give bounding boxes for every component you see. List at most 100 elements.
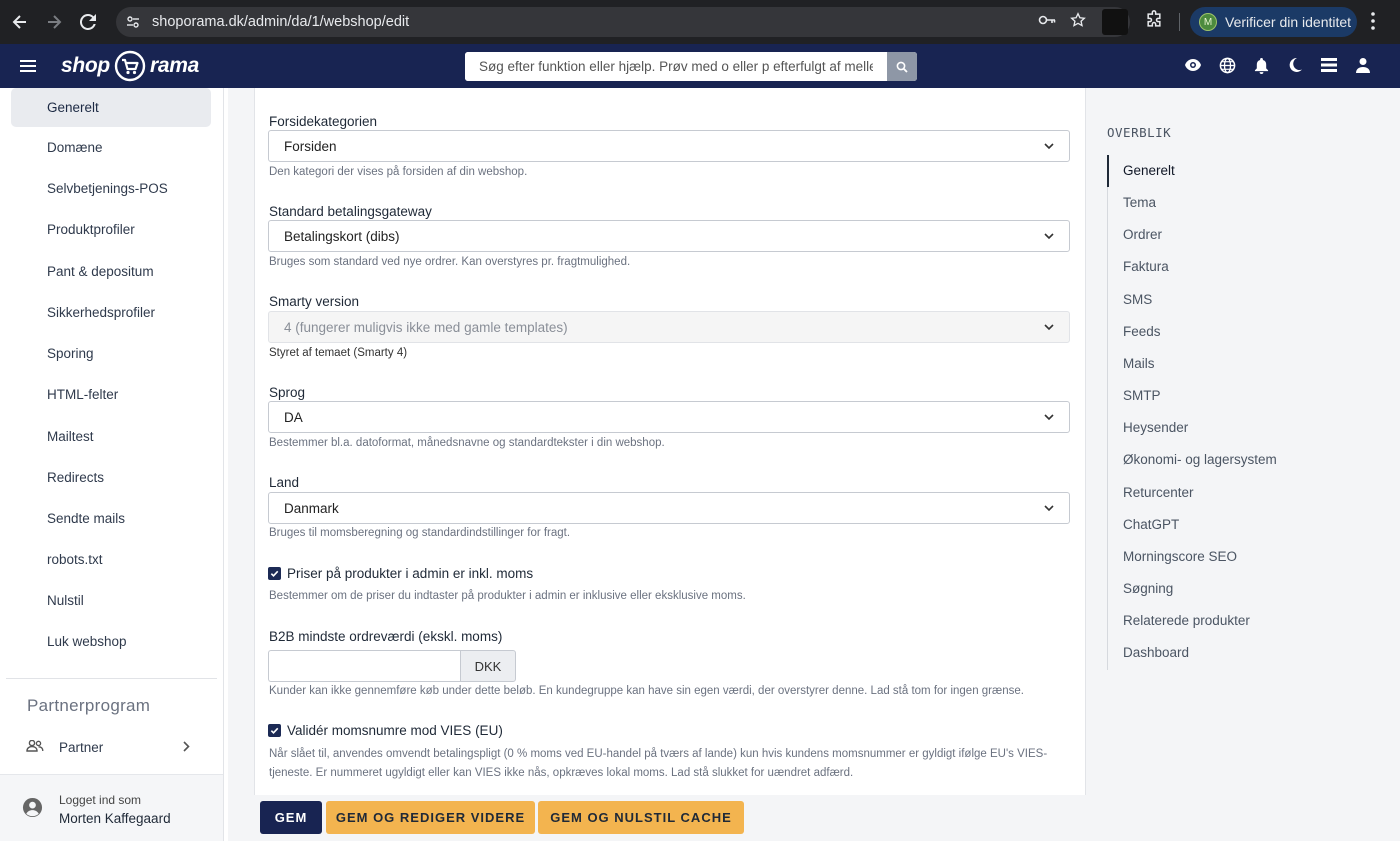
overview-item-generelt[interactable]: Generelt: [1123, 163, 1175, 178]
overview-item-smtp[interactable]: SMTP: [1123, 388, 1161, 403]
sidebar-item-produktprofiler[interactable]: Produktprofiler: [11, 210, 211, 249]
search-input[interactable]: [465, 52, 887, 81]
sidebar-item-mailtest[interactable]: Mailtest: [11, 417, 211, 456]
forward-icon[interactable]: [40, 8, 68, 36]
sidebar-item-generelt[interactable]: Generelt: [11, 88, 211, 127]
sidebar-item-redirects[interactable]: Redirects: [11, 458, 211, 497]
overview-item-tema[interactable]: Tema: [1123, 195, 1156, 210]
overview-item-ordrer[interactable]: Ordrer: [1123, 227, 1162, 242]
sidebar-item-luk-webshop[interactable]: Luk webshop: [11, 622, 211, 661]
sidebar-item-sporing[interactable]: Sporing: [11, 334, 211, 373]
overview-active-indicator: [1107, 155, 1109, 187]
site-info-icon[interactable]: [118, 15, 148, 29]
address-bar[interactable]: shoporama.dk/admin/da/1/webshop/edit: [116, 7, 1130, 37]
overview-item-feeds[interactable]: Feeds: [1123, 324, 1161, 339]
country-select[interactable]: Danmark: [268, 492, 1070, 524]
chevron-down-icon: [1043, 321, 1055, 336]
sidebar-item-nulstil[interactable]: Nulstil: [11, 581, 211, 620]
sidebar-item-selvbetjenings-pos[interactable]: Selvbetjenings-POS: [11, 169, 211, 208]
overview-item-dashboard[interactable]: Dashboard: [1123, 645, 1189, 660]
overview-item-sms[interactable]: SMS: [1123, 292, 1152, 307]
overview-item-morningscore[interactable]: Morningscore SEO: [1123, 549, 1237, 564]
overview-item-chatgpt[interactable]: ChatGPT: [1123, 517, 1179, 532]
app-header: shop rama: [0, 44, 1400, 88]
vies-validation-checkbox[interactable]: [268, 724, 281, 737]
user-avatar-icon: [22, 797, 43, 823]
chevron-down-icon: [1043, 140, 1055, 155]
toolbar-separator: [1179, 13, 1180, 31]
verify-identity-label: Verificer din identitet: [1225, 14, 1352, 30]
prices-incl-vat-label: Priser på produkter i admin er inkl. mom…: [287, 566, 534, 581]
save-and-clear-cache-button[interactable]: GEM OG NULSTIL CACHE: [538, 801, 744, 834]
sidebar-item-pant-depositum[interactable]: Pant & depositum: [11, 252, 211, 291]
group-people-icon: [26, 739, 46, 755]
sidebar-item-partner[interactable]: Partner: [26, 734, 196, 760]
password-key-icon[interactable]: [1038, 13, 1056, 31]
checkmark-icon: [270, 570, 279, 578]
front-category-select[interactable]: Forsiden: [268, 130, 1070, 162]
shoporama-logo[interactable]: shop rama: [61, 50, 199, 82]
sidebar-divider: [6, 678, 217, 679]
front-category-value: Forsiden: [284, 138, 337, 154]
verify-identity-button[interactable]: M Verificer din identitet: [1190, 7, 1357, 37]
sidebar-item-label: Luk webshop: [47, 634, 127, 649]
notifications-bell-icon[interactable]: [1252, 56, 1270, 74]
language-select[interactable]: DA: [268, 401, 1070, 433]
function-search: [465, 52, 917, 81]
partner-section-title: Partnerprogram: [27, 696, 151, 715]
vies-validation-checkbox-row[interactable]: Validér momsnumre mod VIES (EU): [268, 723, 503, 738]
chevron-right-icon: [183, 740, 190, 755]
search-icon: [896, 61, 908, 73]
layout-list-icon[interactable]: [1320, 56, 1338, 74]
sidebar-item-sikkerhedsprofiler[interactable]: Sikkerhedsprofiler: [11, 293, 211, 332]
overview-item-mails[interactable]: Mails: [1123, 356, 1155, 371]
sidebar-item-label: Pant & depositum: [47, 264, 154, 279]
back-icon[interactable]: [6, 8, 34, 36]
dark-mode-moon-icon[interactable]: [1286, 56, 1304, 74]
hamburger-menu-icon[interactable]: [18, 56, 38, 81]
chevron-down-icon: [1043, 502, 1055, 517]
globe-icon[interactable]: [1218, 56, 1236, 74]
account-person-icon[interactable]: [1354, 56, 1372, 74]
country-help: Bruges til momsberegning og standardinds…: [269, 527, 571, 539]
save-button[interactable]: GEM: [260, 801, 322, 834]
logo-text-right: rama: [149, 54, 199, 77]
logged-in-caption: Logget ind som: [59, 793, 142, 807]
preview-eye-icon[interactable]: [1184, 56, 1202, 74]
sidebar-item-sendte-mails[interactable]: Sendte mails: [11, 499, 211, 538]
reload-icon[interactable]: [74, 8, 102, 36]
overview-item-soegning[interactable]: Søgning: [1123, 581, 1173, 596]
save-and-continue-button[interactable]: GEM OG REDIGER VIDERE: [326, 801, 535, 834]
bookmark-star-icon[interactable]: [1070, 11, 1086, 33]
b2b-min-order-help: Kunder kan ikke gennemføre køb under det…: [269, 685, 1024, 697]
url-text[interactable]: shoporama.dk/admin/da/1/webshop/edit: [152, 14, 409, 30]
country-value: Danmark: [284, 500, 339, 516]
search-button[interactable]: [887, 52, 917, 81]
browser-menu-icon[interactable]: [1371, 12, 1375, 35]
overview-item-faktura[interactable]: Faktura: [1123, 259, 1169, 274]
b2b-min-order-input[interactable]: [268, 650, 460, 682]
sidebar-item-robots-txt[interactable]: robots.txt: [11, 540, 211, 579]
sidebar-item-html-felter[interactable]: HTML-felter: [11, 375, 211, 414]
language-value: DA: [284, 409, 303, 425]
vies-validation-label: Validér momsnumre mod VIES (EU): [287, 723, 503, 738]
payment-gateway-select[interactable]: Betalingskort (dibs): [268, 220, 1070, 252]
overview-title: OVERBLIK: [1107, 125, 1172, 140]
overview-item-returcenter[interactable]: Returcenter: [1123, 485, 1194, 500]
extension-slot: [1102, 9, 1128, 35]
prices-incl-vat-checkbox-row[interactable]: Priser på produkter i admin er inkl. mom…: [268, 566, 533, 581]
language-help: Bestemmer bl.a. datoformat, månedsnavne …: [269, 437, 665, 449]
overview-item-oekonomi[interactable]: Økonomi- og lagersystem: [1123, 452, 1277, 467]
overview-item-relaterede-produkter[interactable]: Relaterede produkter: [1123, 613, 1250, 628]
prices-incl-vat-checkbox[interactable]: [268, 567, 281, 580]
sidebar-item-label: Selvbetjenings-POS: [47, 181, 168, 196]
extensions-puzzle-icon[interactable]: [1144, 10, 1164, 35]
overview-item-heysender[interactable]: Heysender: [1123, 420, 1188, 435]
sidebar-item-label: Partner: [59, 739, 104, 755]
sidebar-item-domaene[interactable]: Domæne: [11, 128, 211, 167]
logged-in-user: Logget ind som Morten Kaffegaard: [0, 774, 223, 841]
sidebar-item-label: robots.txt: [47, 552, 103, 567]
logo-cart-icon: [114, 50, 146, 82]
front-category-help: Den kategori der vises på forsiden af di…: [269, 166, 528, 178]
country-label: Land: [269, 475, 300, 490]
